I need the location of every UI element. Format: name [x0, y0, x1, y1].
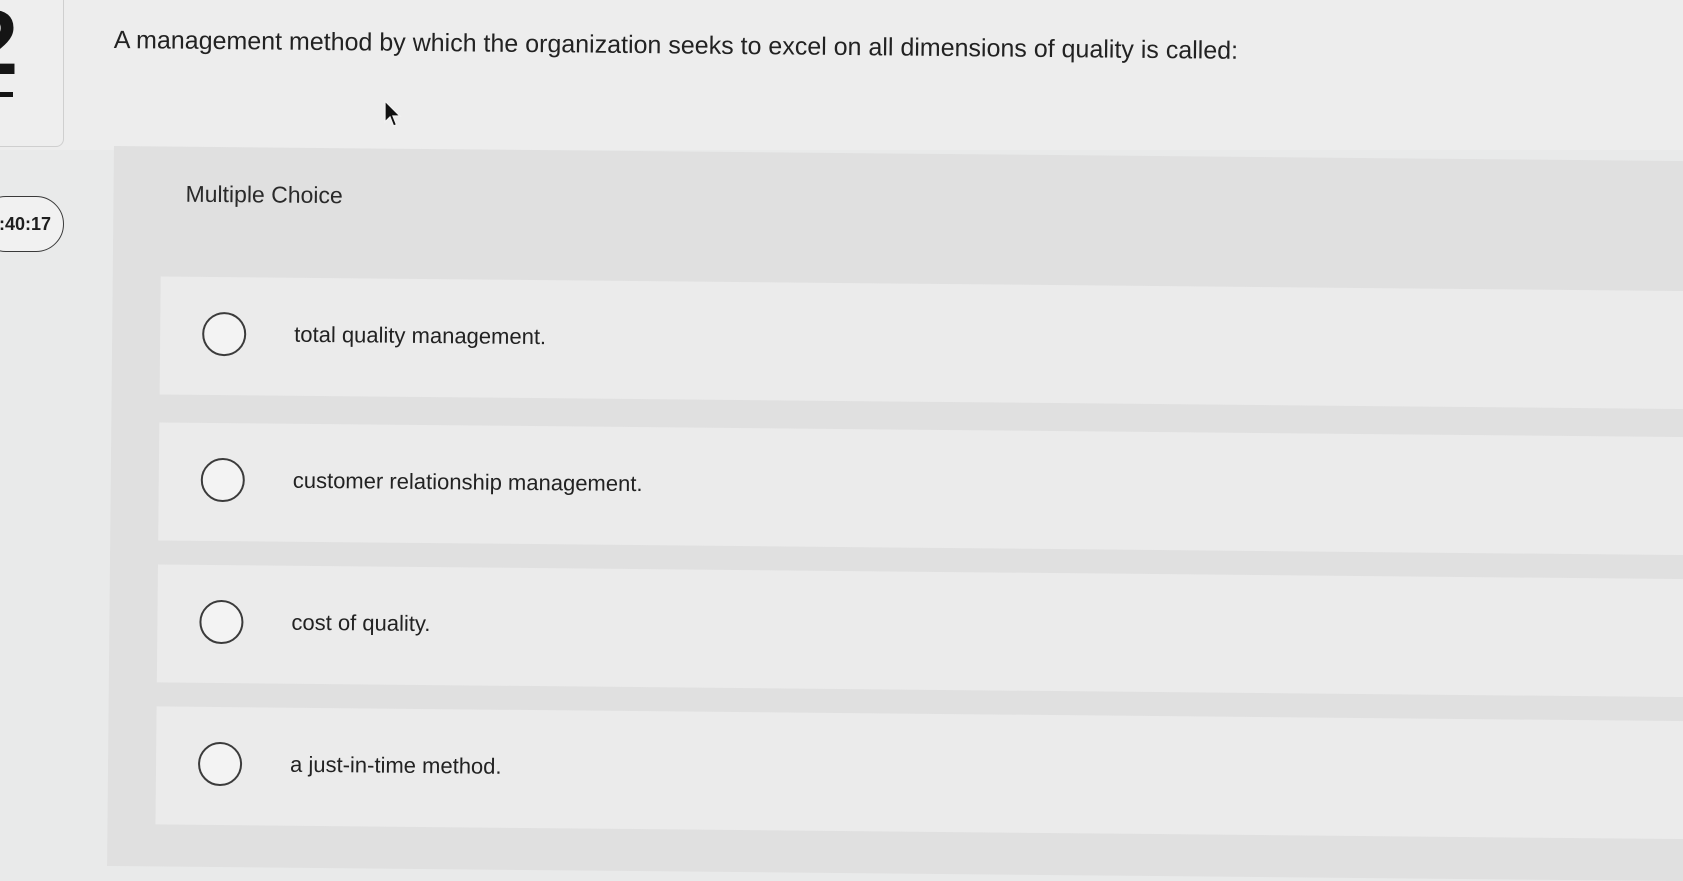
question-header-area [0, 0, 1683, 150]
mouse-pointer-icon [384, 100, 402, 127]
answer-type-label: Multiple Choice [185, 180, 343, 209]
answer-option[interactable]: customer relationship management. [158, 422, 1683, 556]
answer-option-label: total quality management. [294, 321, 547, 350]
answer-panel: Multiple Choice total quality management… [107, 146, 1683, 881]
answer-option-label: a just-in-time method. [289, 751, 502, 779]
answer-option-label: customer relationship management. [292, 467, 643, 497]
timer-badge: :40:17 [0, 196, 64, 252]
answer-option[interactable]: a just-in-time method. [155, 706, 1683, 840]
answer-option[interactable]: cost of quality. [156, 564, 1683, 698]
question-number: 2 [0, 0, 18, 89]
radio-button-icon[interactable] [199, 599, 244, 645]
answer-option-label: cost of quality. [291, 609, 431, 637]
question-number-underline [0, 92, 13, 97]
answer-option[interactable]: total quality management. [159, 276, 1683, 410]
radio-button-icon[interactable] [201, 311, 247, 357]
radio-button-icon[interactable] [200, 457, 246, 503]
radio-button-icon[interactable] [197, 741, 243, 787]
question-number-box: 2 [0, 0, 64, 147]
